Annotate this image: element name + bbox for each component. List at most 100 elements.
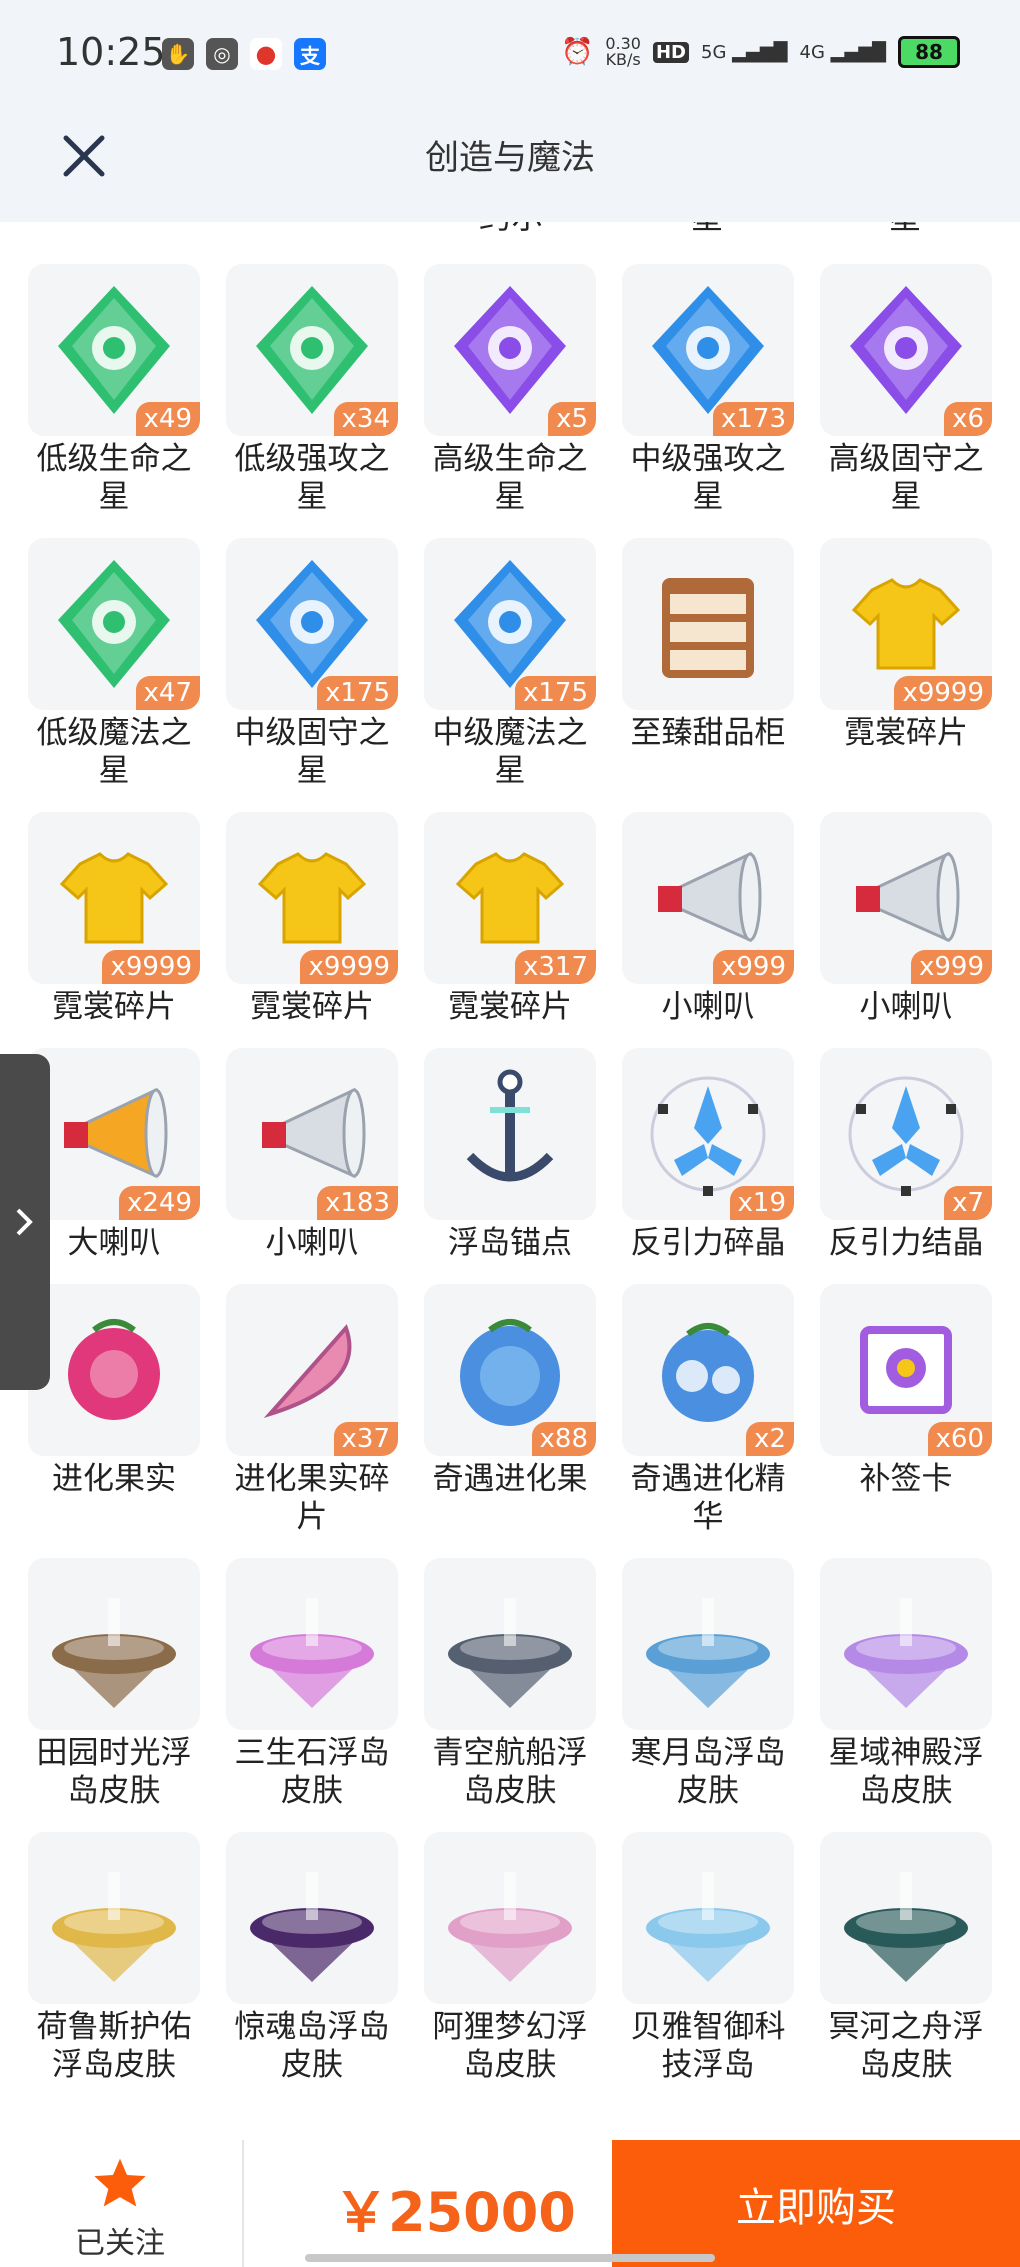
- island-temple-icon: [844, 1598, 968, 1708]
- island-ship-icon: [448, 1598, 572, 1708]
- item-tile[interactable]: x9999: [28, 812, 200, 984]
- item-quantity-badge: x317: [514, 950, 596, 984]
- island-lighthouse-icon: [52, 1598, 176, 1708]
- item-tile[interactable]: [28, 1284, 200, 1456]
- item-quantity-badge: x999: [910, 950, 992, 984]
- item-label: 三生石浮岛 皮肤: [234, 1735, 390, 1809]
- item-label: 小喇叭: [859, 989, 953, 1025]
- item-tile[interactable]: [622, 1832, 794, 2004]
- item-tile[interactable]: [622, 538, 794, 710]
- item-tile[interactable]: x999: [820, 812, 992, 984]
- chevron-right-icon: [16, 1208, 33, 1236]
- island-moon-icon: [646, 1598, 770, 1708]
- signal-4g-icon: 4G ▂▄▆█: [799, 41, 887, 63]
- item-tile[interactable]: [622, 1558, 794, 1730]
- item-label: 中级强攻之 星: [630, 441, 786, 515]
- item-label: 进化果实: [52, 1461, 176, 1497]
- item-tile[interactable]: x183: [226, 1048, 398, 1220]
- signal-5g-icon: 5G ▂▄▆█: [701, 41, 788, 63]
- item-tile[interactable]: x317: [424, 812, 596, 984]
- item-tile[interactable]: [226, 1832, 398, 2004]
- raspberry-fruit-icon: [68, 1319, 160, 1420]
- weibo-icon: ●: [250, 38, 282, 70]
- item-label: 霓裳碎片: [448, 989, 572, 1025]
- item-label: 高级固守之 星: [828, 441, 984, 515]
- item-tile[interactable]: x37: [226, 1284, 398, 1456]
- item-tile[interactable]: [28, 1832, 200, 2004]
- item-quantity-badge: x183: [316, 1186, 398, 1220]
- item-tile[interactable]: x2: [622, 1284, 794, 1456]
- item-tile[interactable]: x249: [28, 1048, 200, 1220]
- item-quantity-badge: x49: [135, 402, 200, 436]
- item-tile[interactable]: x6: [820, 264, 992, 436]
- item-label: 大喇叭: [67, 1225, 161, 1261]
- item-tile[interactable]: x9999: [226, 812, 398, 984]
- item-quantity-badge: x37: [333, 1422, 398, 1456]
- item-tile[interactable]: x5: [424, 264, 596, 436]
- item-quantity-badge: x60: [927, 1422, 992, 1456]
- item-quantity-badge: x9999: [894, 676, 992, 710]
- notification-hand-icon: ✋: [162, 38, 194, 70]
- item-tile[interactable]: [820, 1558, 992, 1730]
- island-dome-icon: [646, 1872, 770, 1982]
- status-time: 10:25: [56, 30, 166, 74]
- item-label: 反引力结晶: [828, 1225, 984, 1261]
- status-notification-icons: ✋ ◎ ● 支: [162, 38, 326, 70]
- battery-icon: 88: [898, 36, 960, 68]
- island-blossom-icon: [250, 1598, 374, 1708]
- price: ￥25000: [334, 2181, 576, 2244]
- follow-button[interactable]: 已关注: [50, 2156, 190, 2261]
- item-grid: 约尔 星 星 x49 低级生命之 星 x34 低级强攻之 星 x5 高级生命之 星: [0, 222, 1020, 2142]
- partial-label: 约尔: [426, 222, 596, 238]
- star-icon: [94, 2158, 146, 2207]
- item-tile[interactable]: [424, 1558, 596, 1730]
- item-label: 奇遇进化精 华: [630, 1461, 786, 1535]
- item-label: 小喇叭: [265, 1225, 359, 1261]
- item-quantity-badge: x2: [746, 1422, 794, 1456]
- item-tile[interactable]: x175: [424, 538, 596, 710]
- item-tile[interactable]: [424, 1048, 596, 1220]
- island-horus-icon: [52, 1872, 176, 1982]
- item-tile[interactable]: [226, 1558, 398, 1730]
- item-label: 荷鲁斯护佑 浮岛皮肤: [36, 2009, 192, 2083]
- alipay-icon: 支: [294, 38, 326, 70]
- island-haunted-icon: [250, 1872, 374, 1982]
- item-tile[interactable]: x9999: [820, 538, 992, 710]
- item-label: 霓裳碎片: [250, 989, 374, 1025]
- item-label: 田园时光浮 岛皮肤: [36, 1735, 192, 1809]
- item-quantity-badge: x999: [712, 950, 794, 984]
- item-label: 低级生命之 星: [36, 441, 192, 515]
- item-label: 星域神殿浮 岛皮肤: [828, 1735, 984, 1809]
- item-tile[interactable]: x88: [424, 1284, 596, 1456]
- item-tile[interactable]: x34: [226, 264, 398, 436]
- item-tile[interactable]: x173: [622, 264, 794, 436]
- side-drawer-handle[interactable]: [0, 1054, 50, 1390]
- item-tile[interactable]: x999: [622, 812, 794, 984]
- page-title: 创造与魔法: [425, 138, 595, 178]
- item-tile[interactable]: [28, 1558, 200, 1730]
- partial-label: 星: [622, 222, 792, 238]
- item-label: 至臻甜品柜: [630, 715, 786, 751]
- item-tile[interactable]: x7: [820, 1048, 992, 1220]
- item-quantity-badge: x175: [514, 676, 596, 710]
- home-indicator: [305, 2254, 715, 2262]
- item-tile[interactable]: x47: [28, 538, 200, 710]
- item-label: 反引力碎晶: [630, 1225, 786, 1261]
- alarm-icon: ⏰: [560, 37, 594, 67]
- item-tile[interactable]: [820, 1832, 992, 2004]
- item-label: 高级生命之 星: [432, 441, 588, 515]
- item-tile[interactable]: x60: [820, 1284, 992, 1456]
- item-quantity-badge: x19: [729, 1186, 794, 1220]
- buy-now-button[interactable]: 立即购买: [612, 2140, 1020, 2267]
- item-label: 霓裳碎片: [52, 989, 176, 1025]
- follow-label: 已关注: [75, 2226, 165, 2261]
- item-label: 低级强攻之 星: [234, 441, 390, 515]
- item-tile[interactable]: [424, 1832, 596, 2004]
- dessert-cabinet-icon: [662, 578, 754, 678]
- item-tile[interactable]: x49: [28, 264, 200, 436]
- item-tile[interactable]: x19: [622, 1048, 794, 1220]
- item-label: 霓裳碎片: [844, 715, 968, 751]
- item-tile[interactable]: x175: [226, 538, 398, 710]
- net-speed: 0.30 KB/s: [605, 34, 641, 69]
- partial-label: 星: [820, 222, 990, 238]
